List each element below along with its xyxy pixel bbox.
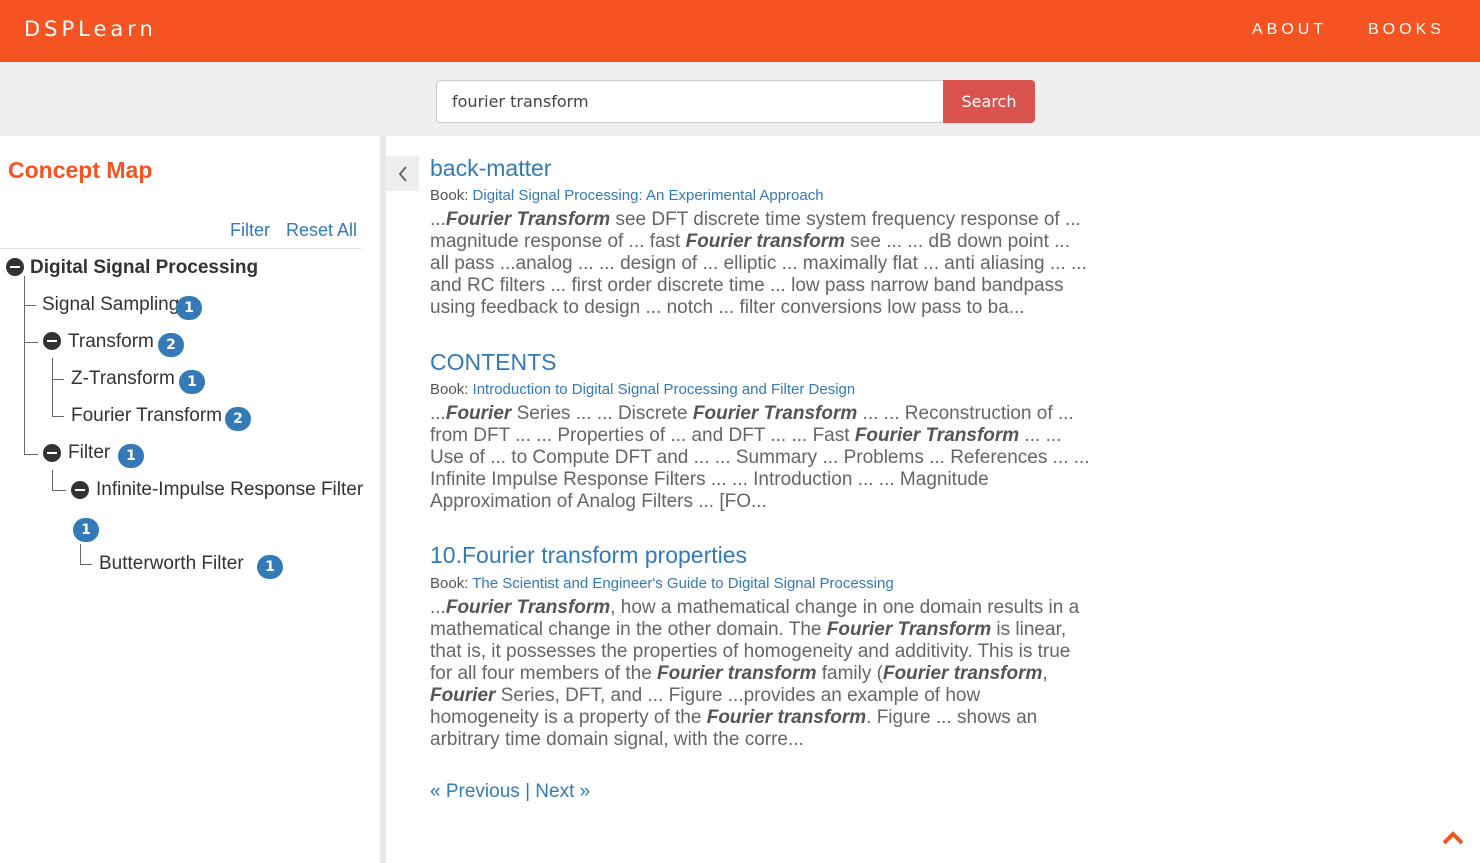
- pagination-separator: |: [525, 781, 530, 802]
- highlighted-term: Fourier transform: [657, 663, 817, 684]
- tree-connector: [52, 490, 66, 491]
- result-snippet: ...Fourier Transform see DFT discrete ti…: [430, 209, 1094, 319]
- book-link[interactable]: Introduction to Digital Signal Processin…: [473, 381, 856, 398]
- highlighted-term: Fourier transform: [685, 231, 846, 252]
- tree-node-transform[interactable]: Transform: [68, 331, 154, 353]
- result-snippet: ...Fourier Series ... ... Discrete Fouri…: [430, 403, 1094, 513]
- result-book: Book: Digital Signal Processing: An Expe…: [430, 187, 824, 204]
- snippet-text: ...: [430, 209, 446, 230]
- chevron-left-icon: [398, 166, 407, 182]
- tree-connector: [24, 454, 38, 455]
- search-input[interactable]: [436, 80, 943, 123]
- result-title[interactable]: 10.Fourier transform properties: [430, 542, 747, 569]
- count-badge: 1: [118, 444, 144, 468]
- book-prefix: Book:: [430, 381, 469, 398]
- previous-page-link[interactable]: « Previous: [430, 781, 520, 802]
- highlighted-term: Fourier Transform: [854, 425, 1020, 446]
- tree-connector: [52, 416, 64, 417]
- search-button[interactable]: Search: [943, 80, 1035, 123]
- highlighted-term: Fourier Transform: [445, 597, 611, 618]
- tree-connector: [52, 358, 53, 416]
- sidebar-separator: [0, 248, 361, 249]
- book-link[interactable]: The Scientist and Engineer's Guide to Di…: [472, 575, 893, 592]
- tree-connector: [24, 305, 36, 306]
- tree-connector: [80, 564, 92, 565]
- collapse-sidebar-button[interactable]: [386, 156, 419, 191]
- tree-connector: [24, 342, 38, 343]
- filter-link[interactable]: Filter: [230, 220, 270, 241]
- result-snippet: ...Fourier Transform, how a mathematical…: [430, 597, 1094, 751]
- tree-node-z-transform[interactable]: Z-Transform: [71, 368, 175, 390]
- concept-map-title: Concept Map: [8, 157, 153, 183]
- result-title[interactable]: CONTENTS: [430, 349, 557, 376]
- nav-books[interactable]: BOOKS: [1368, 21, 1445, 39]
- snippet-text: ,: [1042, 663, 1048, 684]
- highlighted-term: Fourier Transform: [445, 209, 611, 230]
- collapse-minus-icon[interactable]: [43, 444, 61, 462]
- brand-logo[interactable]: DSPLearn: [24, 17, 157, 41]
- result-book: Book: The Scientist and Engineer's Guide…: [430, 575, 894, 592]
- collapse-minus-icon[interactable]: [43, 332, 61, 350]
- pagination: « Previous | Next »: [430, 781, 590, 803]
- tree-node-fourier-transform[interactable]: Fourier Transform: [71, 405, 222, 427]
- back-to-top-button[interactable]: [1440, 826, 1466, 846]
- count-badge: 1: [179, 370, 205, 394]
- top-navbar: DSPLearn ABOUT BOOKS: [0, 0, 1480, 62]
- tree-node-signal-sampling[interactable]: Signal Sampling: [42, 294, 179, 316]
- snippet-text: ...: [430, 403, 446, 424]
- count-badge: 1: [176, 296, 202, 320]
- highlighted-term: Fourier transform: [882, 663, 1043, 684]
- tree-connector: [52, 470, 53, 490]
- highlighted-term: Fourier: [430, 685, 496, 706]
- count-badge: 2: [158, 333, 184, 357]
- snippet-text: ...: [430, 597, 446, 618]
- count-badge: 2: [225, 407, 251, 431]
- snippet-text: Series ... ... Discrete: [511, 403, 693, 424]
- book-prefix: Book:: [430, 187, 469, 204]
- tree-node-filter[interactable]: Filter: [68, 442, 110, 464]
- highlighted-term: Fourier Transform: [692, 403, 858, 424]
- count-badge: 1: [73, 518, 99, 542]
- next-page-link[interactable]: Next »: [535, 781, 590, 802]
- collapse-minus-icon[interactable]: [6, 258, 24, 276]
- tree-node-digital-signal-processing[interactable]: Digital Signal Processing: [30, 257, 258, 279]
- tree-node-iir-filter[interactable]: Infinite-Impulse Response Filter: [96, 479, 363, 501]
- collapse-minus-icon[interactable]: [71, 481, 89, 499]
- tree-node-butterworth-filter[interactable]: Butterworth Filter: [99, 553, 244, 575]
- highlighted-term: Fourier transform: [706, 707, 867, 728]
- reset-all-link[interactable]: Reset All: [286, 220, 357, 241]
- result-title[interactable]: back-matter: [430, 155, 551, 182]
- book-prefix: Book:: [430, 575, 469, 592]
- highlighted-term: Fourier: [445, 403, 512, 424]
- nav-about[interactable]: ABOUT: [1252, 21, 1327, 39]
- tree-connector: [24, 276, 25, 454]
- highlighted-term: Fourier Transform: [826, 619, 992, 640]
- tree-connector: [52, 379, 64, 380]
- book-link[interactable]: Digital Signal Processing: An Experiment…: [473, 187, 824, 204]
- sidebar-divider[interactable]: [380, 136, 386, 863]
- result-book: Book: Introduction to Digital Signal Pro…: [430, 381, 855, 398]
- count-badge: 1: [257, 555, 283, 579]
- chevron-up-icon: [1442, 831, 1464, 845]
- snippet-text: family (: [816, 663, 883, 684]
- tree-connector: [80, 544, 81, 564]
